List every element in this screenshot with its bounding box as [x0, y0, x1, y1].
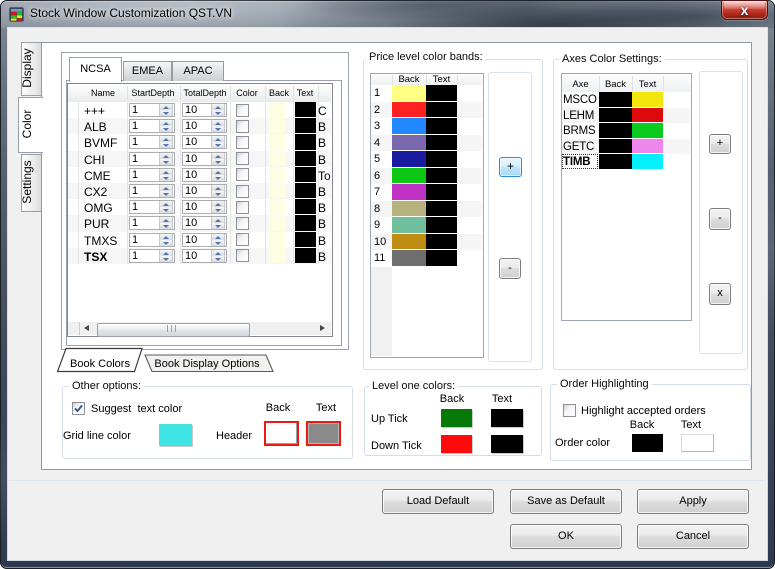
svg-text:Book Display Options: Book Display Options	[154, 358, 260, 370]
svg-text:Book Colors: Book Colors	[70, 358, 130, 370]
